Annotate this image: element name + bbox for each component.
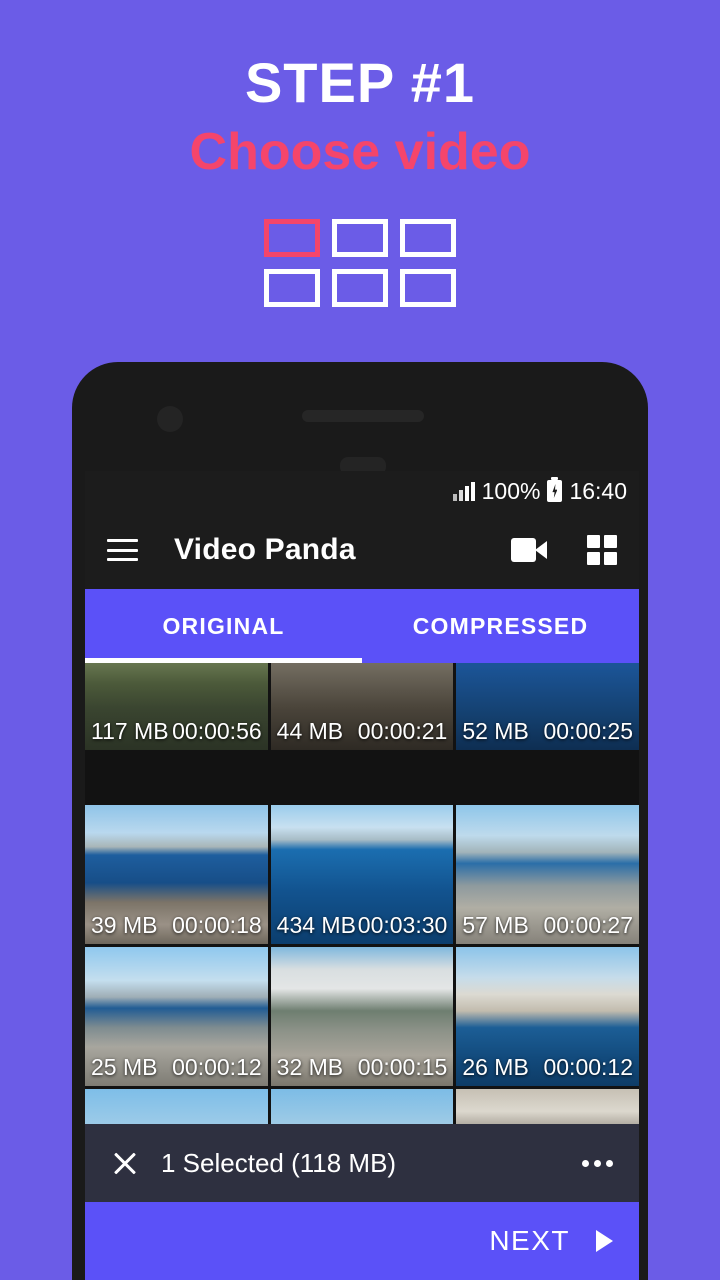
video-duration-label: 00:00:18 [172,911,262,938]
video-duration-label: 00:00:56 [172,717,262,744]
promo-grid-cell-4 [332,268,388,307]
grid-illustration-icon [262,218,458,307]
video-meta: 434 MB 00:03:30 [271,906,454,944]
hamburger-menu-icon[interactable] [107,539,138,561]
grid-view-icon[interactable] [587,535,617,565]
selection-bar: 1 Selected (118 MB) [85,1124,639,1202]
video-size-label: 25 MB [91,1053,158,1080]
phone-screen: 100% 16:40 Video Panda ORIGINAL COMPRESS… [85,471,639,1280]
video-meta: 26 MB 00:00:12 [456,1048,639,1086]
tab-original[interactable]: ORIGINAL [85,589,362,663]
video-duration-label: 00:00:21 [357,717,448,744]
video-size-label: 117 MB [91,717,169,744]
video-thumbnail[interactable]: 26 MB 00:00:12 [456,947,639,1086]
promo-grid-cell-5 [400,268,456,307]
video-duration-label: 00:00:12 [543,1053,633,1080]
promo-grid-cell-1 [332,218,388,257]
tab-bar: ORIGINAL COMPRESSED [85,589,639,663]
video-thumbnail[interactable]: 57 MB 00:00:27 [456,805,639,944]
battery-percent-label: 100% [481,477,541,504]
phone-mockup: 100% 16:40 Video Panda ORIGINAL COMPRESS… [72,362,648,1280]
video-thumbnail[interactable]: 32 MB 00:00:15 [270,947,454,1086]
video-size-label: 26 MB [462,1053,529,1080]
video-camera-icon[interactable] [511,538,547,562]
more-options-icon[interactable] [582,1159,613,1167]
tab-compressed[interactable]: COMPRESSED [362,589,639,663]
promo-grid-cell-3 [264,268,320,307]
video-size-label: 44 MB [276,717,344,744]
video-duration-label: 00:00:27 [543,911,633,938]
video-duration-label: 00:00:12 [172,1053,262,1080]
video-meta: 57 MB 00:00:27 [456,906,639,944]
video-duration-label: 00:03:30 [357,911,448,938]
promo-step-title: STEP #1 [244,51,476,114]
battery-charging-icon [547,477,563,502]
selection-status-label: 1 Selected (118 MB) [161,1147,397,1178]
app-bar: Video Panda [85,511,639,589]
video-thumbnail[interactable]: 25 MB 00:00:12 [85,947,268,1086]
close-x-icon[interactable] [111,1149,139,1177]
promo-grid-cell-2 [400,218,456,257]
video-size-label: 39 MB [91,911,158,938]
video-thumbnail[interactable]: 117 MB 00:00:56 [85,663,268,750]
earpiece-speaker-icon [302,410,424,422]
video-size-label: 32 MB [276,1053,344,1080]
status-bar: 100% 16:40 [85,471,639,511]
next-button-label: NEXT [489,1225,570,1256]
video-meta: 44 MB 00:00:21 [271,712,454,750]
video-size-label: 52 MB [462,717,529,744]
promo-subtitle: Choose video [189,122,531,181]
video-size-label: 434 MB [276,911,356,938]
next-button[interactable]: NEXT [85,1202,639,1280]
signal-bars-icon [452,481,475,501]
play-arrow-icon [596,1230,613,1252]
promo-grid-cell-0 [264,218,320,257]
video-thumbnail[interactable]: 434 MB 00:03:30 [270,805,454,944]
video-meta: 25 MB 00:00:12 [85,1048,268,1086]
clock-label: 16:40 [569,477,627,504]
front-camera-icon [157,406,183,432]
video-duration-label: 00:00:15 [357,1053,448,1080]
video-size-label: 57 MB [462,911,529,938]
video-meta: 32 MB 00:00:15 [271,1048,454,1086]
video-meta: 52 MB 00:00:25 [456,712,639,750]
page-title: Video Panda [174,533,356,566]
video-meta: 117 MB 00:00:56 [85,712,268,750]
video-duration-label: 00:00:25 [543,717,633,744]
promo-header: STEP #1 Choose video [0,0,720,355]
video-meta: 39 MB 00:00:18 [85,906,268,944]
video-thumbnail[interactable]: 52 MB 00:00:25 [456,663,639,750]
video-thumbnail[interactable]: 39 MB 00:00:18 [85,805,268,944]
video-thumbnail[interactable]: 44 MB 00:00:21 [270,663,454,750]
